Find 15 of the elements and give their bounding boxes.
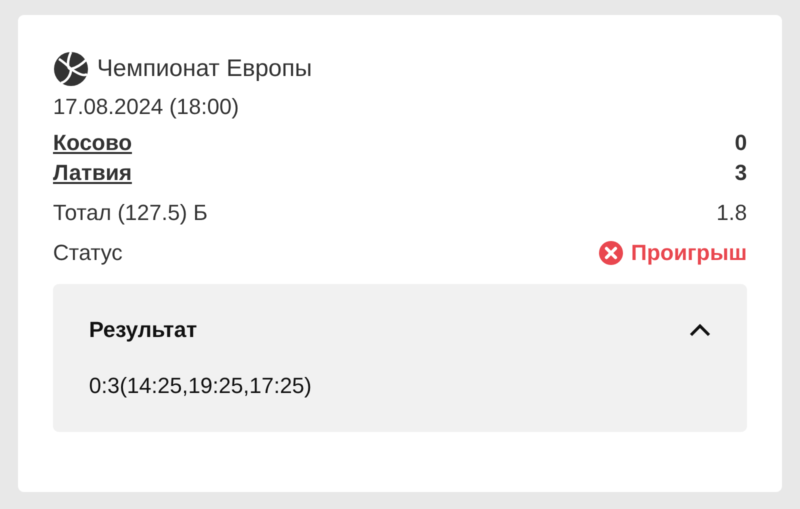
match-date: 17.08.2024 (18:00) bbox=[53, 93, 240, 121]
team-score: 0 bbox=[734, 129, 747, 157]
status-value: Проигрыш bbox=[631, 239, 747, 267]
bet-label: Тотал (127.5) Б bbox=[53, 199, 208, 227]
volleyball-icon bbox=[53, 51, 89, 87]
tournament-name: Чемпионат Европы bbox=[97, 54, 312, 84]
team-link[interactable]: Латвия bbox=[53, 158, 132, 188]
status-label: Статус bbox=[53, 239, 123, 267]
team-link[interactable]: Косово bbox=[53, 128, 132, 158]
bet-odds: 1.8 bbox=[716, 199, 747, 227]
result-score: 0:3(14:25,19:25,17:25) bbox=[89, 372, 313, 400]
result-title: Результат bbox=[89, 316, 198, 344]
collapse-icon[interactable] bbox=[689, 323, 711, 337]
cross-circle-icon bbox=[599, 241, 624, 265]
team-score: 3 bbox=[734, 159, 747, 187]
